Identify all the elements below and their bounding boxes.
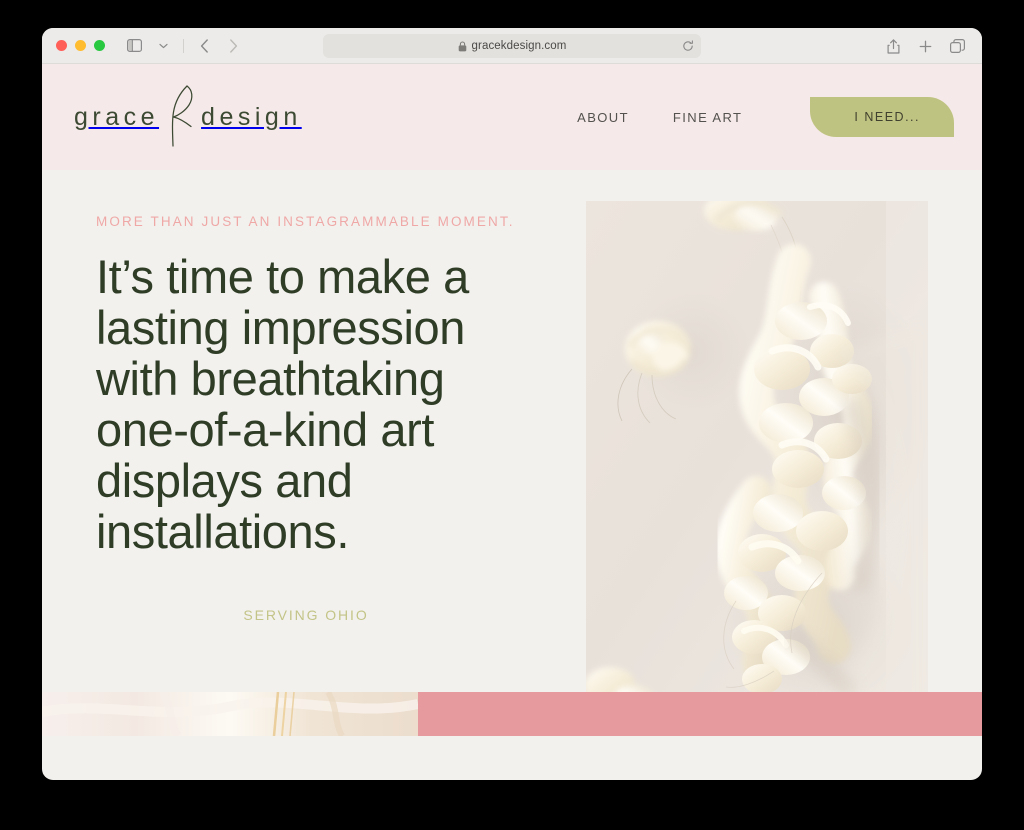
logo-word-left: grace — [74, 102, 160, 131]
serving-area-label: SERVING OHIO — [243, 607, 369, 623]
navigation-controls — [121, 34, 246, 58]
logo-script-k-icon — [165, 84, 199, 150]
address-bar-field[interactable]: gracekdesign.com — [323, 34, 701, 58]
hero-eyebrow: MORE THAN JUST AN INSTAGRAMMABLE MOMENT. — [96, 214, 515, 229]
browser-toolbar: gracekdesign.com — [42, 28, 982, 64]
hero-copy: MORE THAN JUST AN INSTAGRAMMABLE MOMENT.… — [42, 170, 542, 623]
hero-image — [586, 201, 928, 710]
nav-item-fine-art[interactable]: FINE ART — [673, 110, 742, 125]
toolbar-divider — [183, 38, 184, 53]
site-header: grace design ABOUT FINE ART I NEED... — [42, 64, 982, 170]
maximize-window-button[interactable] — [94, 40, 105, 51]
footer-pink-block — [418, 692, 982, 736]
hero-image-artwork — [586, 201, 928, 710]
share-icon[interactable] — [880, 34, 906, 58]
desktop-backdrop: gracekdesign.com grace design ABOUT FINE… — [0, 0, 1024, 830]
sidebar-toggle-icon[interactable] — [121, 34, 147, 58]
back-icon[interactable] — [191, 34, 217, 58]
forward-icon[interactable] — [220, 34, 246, 58]
browser-window: gracekdesign.com grace design ABOUT FINE… — [42, 28, 982, 780]
url-text: gracekdesign.com — [471, 40, 567, 52]
close-window-button[interactable] — [56, 40, 67, 51]
footer-fabric-artwork — [42, 692, 418, 736]
i-need-cta-button[interactable]: I NEED... — [810, 97, 954, 137]
show-all-tabs-icon[interactable] — [944, 34, 970, 58]
minimize-window-button[interactable] — [75, 40, 86, 51]
window-controls — [56, 40, 105, 51]
hero-section: MORE THAN JUST AN INSTAGRAMMABLE MOMENT.… — [42, 170, 982, 736]
footer-image-block — [42, 692, 418, 736]
reload-icon[interactable] — [682, 40, 694, 52]
chevron-down-icon[interactable] — [150, 34, 176, 58]
hero-headline: It’s time to make a lasting impression w… — [96, 250, 469, 558]
lock-icon — [458, 40, 467, 52]
nav-item-about[interactable]: ABOUT — [577, 110, 629, 125]
logo-word-right: design — [201, 102, 302, 131]
footer-strip — [42, 692, 982, 736]
new-tab-icon[interactable] — [912, 34, 938, 58]
toolbar-actions — [880, 28, 970, 64]
site-logo[interactable]: grace design — [70, 84, 302, 150]
site-nav: ABOUT FINE ART I NEED... — [577, 97, 954, 137]
address-bar[interactable]: gracekdesign.com — [323, 34, 701, 58]
